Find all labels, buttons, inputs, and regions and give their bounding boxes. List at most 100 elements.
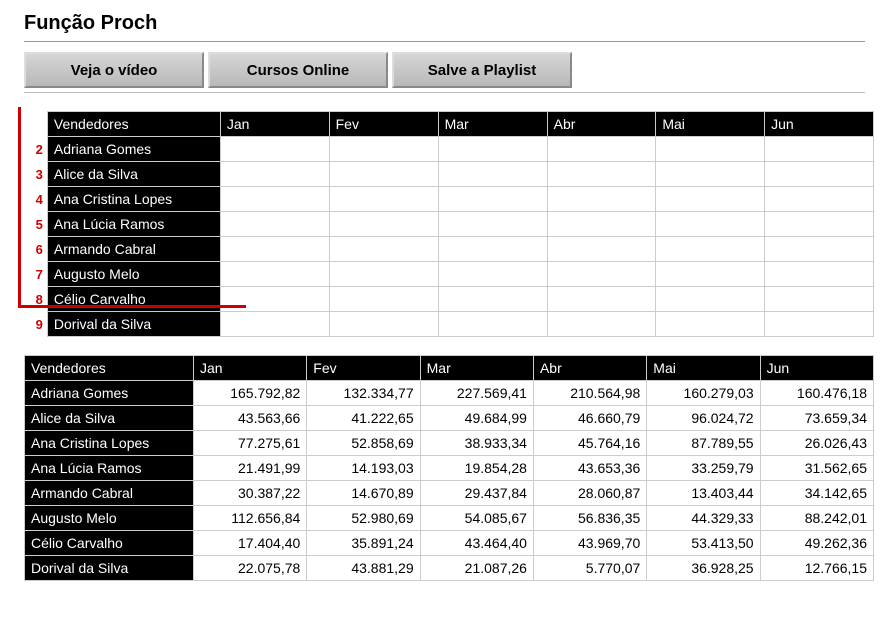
table-row: 7Augusto Melo xyxy=(24,262,874,287)
empty-cell xyxy=(329,137,438,162)
courses-button[interactable]: Cursos Online xyxy=(208,52,388,88)
vendedor-label: Ana Cristina Lopes xyxy=(25,431,194,456)
playlist-button[interactable]: Salve a Playlist xyxy=(392,52,572,88)
value-cell: 73.659,34 xyxy=(760,406,873,431)
value-cell: 53.413,50 xyxy=(647,531,760,556)
empty-cell xyxy=(765,287,874,312)
vendedor-label: Dorival da Silva xyxy=(47,312,220,337)
value-cell: 160.279,03 xyxy=(647,381,760,406)
empty-cell xyxy=(765,187,874,212)
row-number: 7 xyxy=(24,262,47,287)
value-cell: 56.836,35 xyxy=(533,506,646,531)
value-cell: 41.222,65 xyxy=(307,406,420,431)
empty-cell xyxy=(765,262,874,287)
value-cell: 29.437,84 xyxy=(420,481,533,506)
empty-cell xyxy=(547,162,656,187)
table-row: Armando Cabral30.387,2214.670,8929.437,8… xyxy=(25,481,874,506)
vendedor-label: Augusto Melo xyxy=(47,262,220,287)
value-cell: 46.660,79 xyxy=(533,406,646,431)
col-mar: Mar xyxy=(420,356,533,381)
value-cell: 132.334,77 xyxy=(307,381,420,406)
empty-cell xyxy=(656,287,765,312)
empty-cell xyxy=(765,237,874,262)
value-cell: 52.980,69 xyxy=(307,506,420,531)
page-title: Função Proch xyxy=(24,12,865,35)
value-cell: 17.404,40 xyxy=(193,531,306,556)
vendedor-label: Adriana Gomes xyxy=(25,381,194,406)
table-row: Ana Cristina Lopes77.275,6152.858,6938.9… xyxy=(25,431,874,456)
col-jun: Jun xyxy=(760,356,873,381)
value-cell: 49.684,99 xyxy=(420,406,533,431)
empty-cell xyxy=(765,162,874,187)
empty-cell xyxy=(547,312,656,337)
value-cell: 43.563,66 xyxy=(193,406,306,431)
row-number: 9 xyxy=(24,312,47,337)
value-cell: 112.656,84 xyxy=(193,506,306,531)
empty-cell xyxy=(329,262,438,287)
value-cell: 87.789,55 xyxy=(647,431,760,456)
title-divider xyxy=(24,41,865,42)
empty-cell xyxy=(329,312,438,337)
row-number: 6 xyxy=(24,237,47,262)
table-row: 6Armando Cabral xyxy=(24,237,874,262)
value-cell: 28.060,87 xyxy=(533,481,646,506)
empty-cell xyxy=(220,262,329,287)
value-cell: 30.387,22 xyxy=(193,481,306,506)
empty-cell xyxy=(438,137,547,162)
table-empty-wrap: Vendedores Jan Fev Mar Abr Mai Jun 2Adri… xyxy=(24,111,865,337)
value-cell: 26.026,43 xyxy=(760,431,873,456)
table-row: 3Alice da Silva xyxy=(24,162,874,187)
value-cell: 34.142,65 xyxy=(760,481,873,506)
vendedor-label: Ana Lúcia Ramos xyxy=(25,456,194,481)
empty-cell xyxy=(547,212,656,237)
col-jun: Jun xyxy=(765,112,874,137)
empty-cell xyxy=(438,237,547,262)
col-mar: Mar xyxy=(438,112,547,137)
vendedor-label: Ana Cristina Lopes xyxy=(47,187,220,212)
empty-cell xyxy=(438,162,547,187)
table-header-row: Vendedores Jan Fev Mar Abr Mai Jun xyxy=(25,356,874,381)
rownum-blank xyxy=(24,112,47,137)
table-row: Célio Carvalho17.404,4035.891,2443.464,4… xyxy=(25,531,874,556)
table-row: 5Ana Lúcia Ramos xyxy=(24,212,874,237)
value-cell: 14.670,89 xyxy=(307,481,420,506)
empty-cell xyxy=(329,162,438,187)
row-number: 5 xyxy=(24,212,47,237)
value-cell: 33.259,79 xyxy=(647,456,760,481)
value-cell: 22.075,78 xyxy=(193,556,306,581)
value-cell: 88.242,01 xyxy=(760,506,873,531)
vendedor-label: Adriana Gomes xyxy=(47,137,220,162)
table-row: Alice da Silva43.563,6641.222,6549.684,9… xyxy=(25,406,874,431)
value-cell: 49.262,36 xyxy=(760,531,873,556)
value-cell: 19.854,28 xyxy=(420,456,533,481)
vendedor-label: Armando Cabral xyxy=(47,237,220,262)
empty-cell xyxy=(656,237,765,262)
col-vendedores: Vendedores xyxy=(47,112,220,137)
empty-cell xyxy=(220,212,329,237)
empty-cell xyxy=(438,212,547,237)
empty-cell xyxy=(656,312,765,337)
video-button[interactable]: Veja o vídeo xyxy=(24,52,204,88)
value-cell: 45.764,16 xyxy=(533,431,646,456)
col-abr: Abr xyxy=(533,356,646,381)
vendedor-label: Alice da Silva xyxy=(47,162,220,187)
value-cell: 160.476,18 xyxy=(760,381,873,406)
empty-cell xyxy=(329,212,438,237)
empty-cell xyxy=(438,312,547,337)
row-number: 8 xyxy=(24,287,47,312)
value-cell: 35.891,24 xyxy=(307,531,420,556)
empty-cell xyxy=(656,187,765,212)
empty-cell xyxy=(329,237,438,262)
empty-cell xyxy=(656,137,765,162)
empty-cell xyxy=(438,262,547,287)
value-cell: 43.881,29 xyxy=(307,556,420,581)
empty-cell xyxy=(220,312,329,337)
value-cell: 43.653,36 xyxy=(533,456,646,481)
table-row: 2Adriana Gomes xyxy=(24,137,874,162)
col-jan: Jan xyxy=(220,112,329,137)
empty-cell xyxy=(329,287,438,312)
value-cell: 54.085,67 xyxy=(420,506,533,531)
empty-cell xyxy=(656,262,765,287)
empty-cell xyxy=(220,162,329,187)
value-cell: 21.087,26 xyxy=(420,556,533,581)
